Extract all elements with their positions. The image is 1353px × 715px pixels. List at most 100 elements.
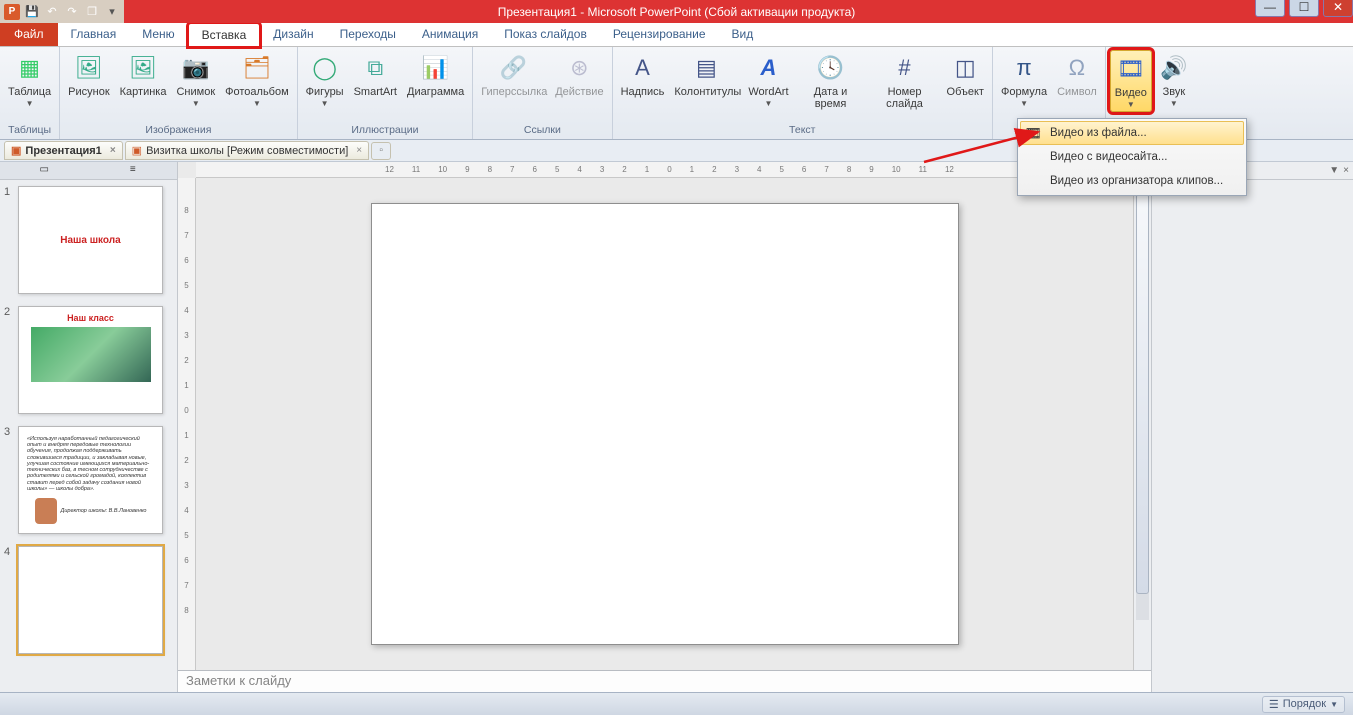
slide-stage[interactable] [196, 178, 1133, 670]
slide1-title: Наша школа [60, 235, 120, 246]
tab-view[interactable]: Вид [719, 22, 767, 46]
slide-thumb-2[interactable]: 2 Наш класс [0, 300, 177, 420]
action-button: ⊛Действие [551, 50, 607, 100]
headerfooter-button[interactable]: ▤Колонтитулы [670, 50, 742, 100]
thumb-number: 4 [4, 546, 14, 654]
clipart-icon: 🖼 [127, 52, 159, 84]
audio-button[interactable]: 🔊Звук▼ [1154, 50, 1194, 110]
menu-video-from-clips[interactable]: Видео из организатора клипов... [1020, 169, 1244, 193]
link-icon: 🔗 [497, 52, 529, 84]
table-icon: ▦ [14, 52, 46, 84]
close-button[interactable]: ✕ [1323, 0, 1353, 17]
powerpoint-icon[interactable]: P [4, 4, 20, 20]
group-text: AНадпись ▤Колонтитулы AWordArt▼ 🕓Дата и … [613, 47, 993, 139]
new-document-button[interactable]: ▫ [371, 142, 391, 160]
taskpane-close-icon[interactable]: × [1343, 165, 1349, 176]
workspace: ▭ ≡ 1 Наша школа 2 Наш класс 3 «Использу… [0, 162, 1353, 692]
menu-label: Видео с видеосайта... [1050, 151, 1167, 163]
slide3-signature: Директор школы: В.В.Лановенко [61, 508, 147, 514]
smartart-icon: ⧉ [359, 52, 391, 84]
group-label: Иллюстрации [298, 122, 473, 139]
equation-button[interactable]: πФормула▼ [997, 50, 1051, 110]
ruler-horizontal: 1211109876543210123456789101112 [196, 162, 1133, 178]
vertical-scrollbar[interactable] [1133, 178, 1151, 670]
symbol-button: ΩСимвол [1053, 50, 1101, 100]
film-icon: 🎞 [1024, 124, 1042, 142]
tab-review[interactable]: Рецензирование [600, 22, 719, 46]
undo-icon[interactable]: ↶ [44, 4, 60, 20]
file-tab[interactable]: Файл [0, 22, 58, 46]
group-photo [31, 327, 151, 382]
tab-transitions[interactable]: Переходы [327, 22, 409, 46]
outline-tab[interactable]: ≡ [89, 162, 178, 179]
audio-icon: 🔊 [1158, 52, 1190, 84]
window-icon[interactable]: ❐ [84, 4, 100, 20]
textbox-button[interactable]: AНадпись [617, 50, 669, 100]
current-slide[interactable] [371, 203, 959, 645]
object-button[interactable]: ◫Объект [943, 50, 988, 100]
status-bar: ☰ Порядок ▼ [0, 692, 1353, 715]
slides-tab[interactable]: ▭ [0, 162, 89, 179]
group-label: Ссылки [473, 122, 611, 139]
tab-insert[interactable]: Вставка [188, 23, 261, 47]
order-button[interactable]: ☰ Порядок ▼ [1262, 696, 1345, 713]
close-icon[interactable]: × [356, 145, 362, 156]
chevron-down-icon: ▼ [1127, 100, 1135, 109]
picture-icon: 🖼 [73, 52, 105, 84]
slide-panel: ▭ ≡ 1 Наша школа 2 Наш класс 3 «Использу… [0, 162, 178, 692]
group-label: Таблицы [0, 122, 59, 139]
task-pane: ▼ × [1151, 162, 1353, 692]
redo-icon[interactable]: ↷ [64, 4, 80, 20]
menu-video-from-file[interactable]: 🎞 Видео из файла... [1020, 121, 1244, 145]
slide-thumb-3[interactable]: 3 «Используя наработанный педагогический… [0, 420, 177, 540]
qat-dropdown-icon[interactable]: ▾ [104, 4, 120, 20]
table-button[interactable]: ▦Таблица▼ [4, 50, 55, 110]
video-dropdown-menu: 🎞 Видео из файла... Видео с видеосайта..… [1017, 118, 1247, 196]
close-icon[interactable]: × [110, 145, 116, 156]
tab-menu[interactable]: Меню [129, 22, 187, 46]
group-links: 🔗Гиперссылка ⊛Действие Ссылки [473, 47, 612, 139]
doctab-label: Визитка школы [Режим совместимости] [146, 145, 348, 157]
tab-design[interactable]: Дизайн [260, 22, 326, 46]
wordart-button[interactable]: AWordArt▼ [744, 50, 792, 110]
group-label: Текст [613, 122, 992, 139]
shapes-button[interactable]: ◯Фигуры▼ [302, 50, 348, 110]
group-images: 🖼Рисунок 🖼Картинка 📷Снимок▼ 🗂Фотоальбом▼… [60, 47, 298, 139]
tab-animation[interactable]: Анимация [409, 22, 491, 46]
chart-button[interactable]: 📊Диаграмма [403, 50, 468, 100]
photoalbum-button[interactable]: 🗂Фотоальбом▼ [221, 50, 293, 110]
slide3-quote: «Используя наработанный педагогический о… [27, 436, 154, 493]
quick-access-toolbar: P 💾 ↶ ↷ ❐ ▾ [0, 0, 124, 23]
object-icon: ◫ [949, 52, 981, 84]
slide-thumb-4[interactable]: 4 [0, 540, 177, 660]
thumb-number: 3 [4, 426, 14, 534]
shapes-icon: ◯ [309, 52, 341, 84]
notes-pane[interactable]: Заметки к слайду [178, 670, 1151, 692]
datetime-icon: 🕓 [815, 52, 847, 84]
tab-home[interactable]: Главная [58, 22, 130, 46]
chart-icon: 📊 [420, 52, 452, 84]
scrollbar-thumb[interactable] [1136, 194, 1149, 594]
save-icon[interactable]: 💾 [24, 4, 40, 20]
doctab-visitka[interactable]: ▣ Визитка школы [Режим совместимости] × [125, 141, 369, 160]
group-label: Изображения [60, 122, 297, 139]
tab-slideshow[interactable]: Показ слайдов [491, 22, 600, 46]
slide-thumb-1[interactable]: 1 Наша школа [0, 180, 177, 300]
slidenumber-button[interactable]: #Номер слайда [869, 50, 941, 112]
screenshot-button[interactable]: 📷Снимок▼ [172, 50, 219, 110]
smartart-button[interactable]: ⧉SmartArt [350, 50, 401, 100]
picture-button[interactable]: 🖼Рисунок [64, 50, 114, 100]
symbol-icon: Ω [1061, 52, 1093, 84]
menu-video-from-site[interactable]: Видео с видеосайта... [1020, 145, 1244, 169]
minimize-button[interactable]: — [1255, 0, 1285, 17]
maximize-button[interactable]: ☐ [1289, 0, 1319, 17]
chevron-down-icon: ▼ [1170, 99, 1178, 108]
group-tables: ▦Таблица▼ Таблицы [0, 47, 60, 139]
clipart-button[interactable]: 🖼Картинка [116, 50, 171, 100]
taskpane-dropdown-icon[interactable]: ▼ [1329, 165, 1339, 176]
doctab-presentation1[interactable]: ▣ Презентация1 × [4, 141, 123, 160]
video-button[interactable]: 🎞Видео▼ [1110, 50, 1152, 112]
datetime-button[interactable]: 🕓Дата и время [795, 50, 867, 112]
slide2-title: Наш класс [67, 313, 114, 323]
powerpoint-file-icon: ▣ [11, 144, 21, 157]
